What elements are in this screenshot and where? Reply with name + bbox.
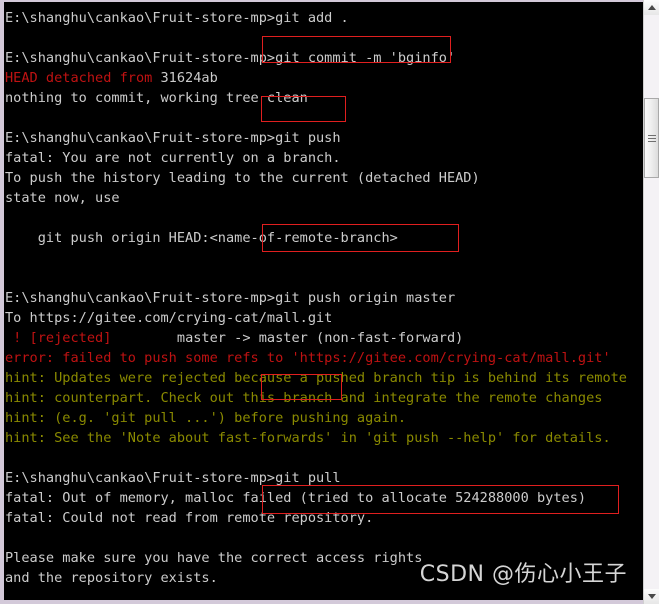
terminal-text-segment: fatal: You are not currently on a branch…	[5, 150, 341, 166]
terminal-line: fatal: You are not currently on a branch…	[5, 148, 643, 168]
terminal-line: git push origin HEAD:<name-of-remote-bra…	[5, 228, 643, 248]
terminal-line: hint: (e.g. 'git pull ...') before pushi…	[5, 408, 643, 428]
terminal-line: ! [rejected] master -> master (non-fast-…	[5, 328, 643, 348]
terminal-text-segment: E:\shanghu\cankao\Fruit-store-mp>git com…	[5, 50, 456, 66]
terminal-text-segment: state now, use	[5, 190, 120, 206]
terminal-line: E:\shanghu\cankao\Fruit-store-mp>git pus…	[5, 288, 643, 308]
terminal-text-segment: E:\shanghu\cankao\Fruit-store-mp>git pus…	[5, 290, 456, 306]
scroll-up-arrow-icon[interactable]	[644, 0, 659, 15]
scrollbar-track[interactable]	[644, 15, 659, 589]
console-window: E:\shanghu\cankao\Fruit-store-mp>git add…	[0, 0, 659, 604]
terminal-text-segment: hint: Updates were rejected because a pu…	[5, 370, 627, 386]
terminal-text: E:\shanghu\cankao\Fruit-store-mp>git add…	[5, 8, 643, 600]
terminal-line: error: failed to push some refs to 'http…	[5, 348, 643, 368]
terminal-line: E:\shanghu\cankao\Fruit-store-mp>git com…	[5, 48, 643, 68]
terminal-line: E:\shanghu\cankao\Fruit-store-mp>git pus…	[5, 128, 643, 148]
terminal-line: HEAD detached from 31624ab	[5, 68, 643, 88]
terminal-text-segment: git push origin HEAD:<name-of-remote-bra…	[5, 230, 398, 246]
terminal-line: hint: See the 'Note about fast-forwards'…	[5, 428, 643, 448]
terminal-text-segment: hint: (e.g. 'git pull ...') before pushi…	[5, 410, 407, 426]
terminal-text-segment: Please make sure you have the correct ac…	[5, 550, 423, 566]
terminal-line: E:\shanghu\cankao\Fruit-store-mp>git pul…	[5, 468, 643, 488]
vertical-scrollbar[interactable]	[643, 0, 659, 604]
terminal-text-segment: nothing to commit, working tree clean	[5, 90, 308, 106]
terminal-text-segment: fatal: Could not read from remote reposi…	[5, 510, 374, 526]
terminal-text-segment: and the repository exists.	[5, 570, 218, 586]
terminal-line: To push the history leading to the curre…	[5, 168, 643, 188]
chevron-down-icon	[647, 594, 656, 599]
terminal-line: fatal: Could not read from remote reposi…	[5, 508, 643, 528]
terminal-text-segment: E:\shanghu\cankao\Fruit-store-mp>git pul…	[5, 470, 341, 486]
terminal-text-segment: To push the history leading to the curre…	[5, 170, 480, 186]
terminal-text-segment: hint: counterpart. Check out this branch…	[5, 390, 603, 406]
terminal-text-segment: master -> master (non-fast-forward)	[111, 330, 464, 346]
terminal-text-segment: 31624ab	[160, 70, 218, 86]
terminal-text-segment: To https://gitee.com/crying-cat/mall.git	[5, 310, 333, 326]
terminal-line: nothing to commit, working tree clean	[5, 88, 643, 108]
csdn-watermark: CSDN @伤心小王子	[419, 562, 627, 587]
terminal-line: hint: counterpart. Check out this branch…	[5, 388, 643, 408]
terminal-text-segment: E:\shanghu\cankao\Fruit-store-mp>git pus…	[5, 130, 341, 146]
terminal-text-segment: ! [rejected]	[5, 330, 112, 346]
grip-icon	[647, 134, 656, 142]
terminal-text-segment: hint: See the 'Note about fast-forwards'…	[5, 430, 611, 446]
terminal-line: hint: Updates were rejected because a pu…	[5, 368, 643, 388]
terminal-text-segment: error: failed to push some refs to 'http…	[5, 350, 611, 366]
terminal-line: To https://gitee.com/crying-cat/mall.git	[5, 308, 643, 328]
scrollbar-thumb[interactable]	[644, 98, 659, 178]
terminal-line: E:\shanghu\cankao\Fruit-store-mp>git add…	[5, 8, 643, 28]
chevron-up-icon	[647, 5, 656, 10]
terminal-text-segment: E:\shanghu\cankao\Fruit-store-mp>git add…	[5, 10, 349, 26]
terminal-line: fatal: Out of memory, malloc failed (tri…	[5, 488, 643, 508]
terminal-text-segment: HEAD detached from	[5, 70, 161, 86]
terminal-line: state now, use	[5, 188, 643, 208]
terminal-text-segment: fatal: Out of memory, malloc failed (tri…	[5, 490, 587, 506]
scroll-down-arrow-icon[interactable]	[644, 589, 659, 604]
terminal-output-area[interactable]: E:\shanghu\cankao\Fruit-store-mp>git add…	[4, 2, 643, 600]
